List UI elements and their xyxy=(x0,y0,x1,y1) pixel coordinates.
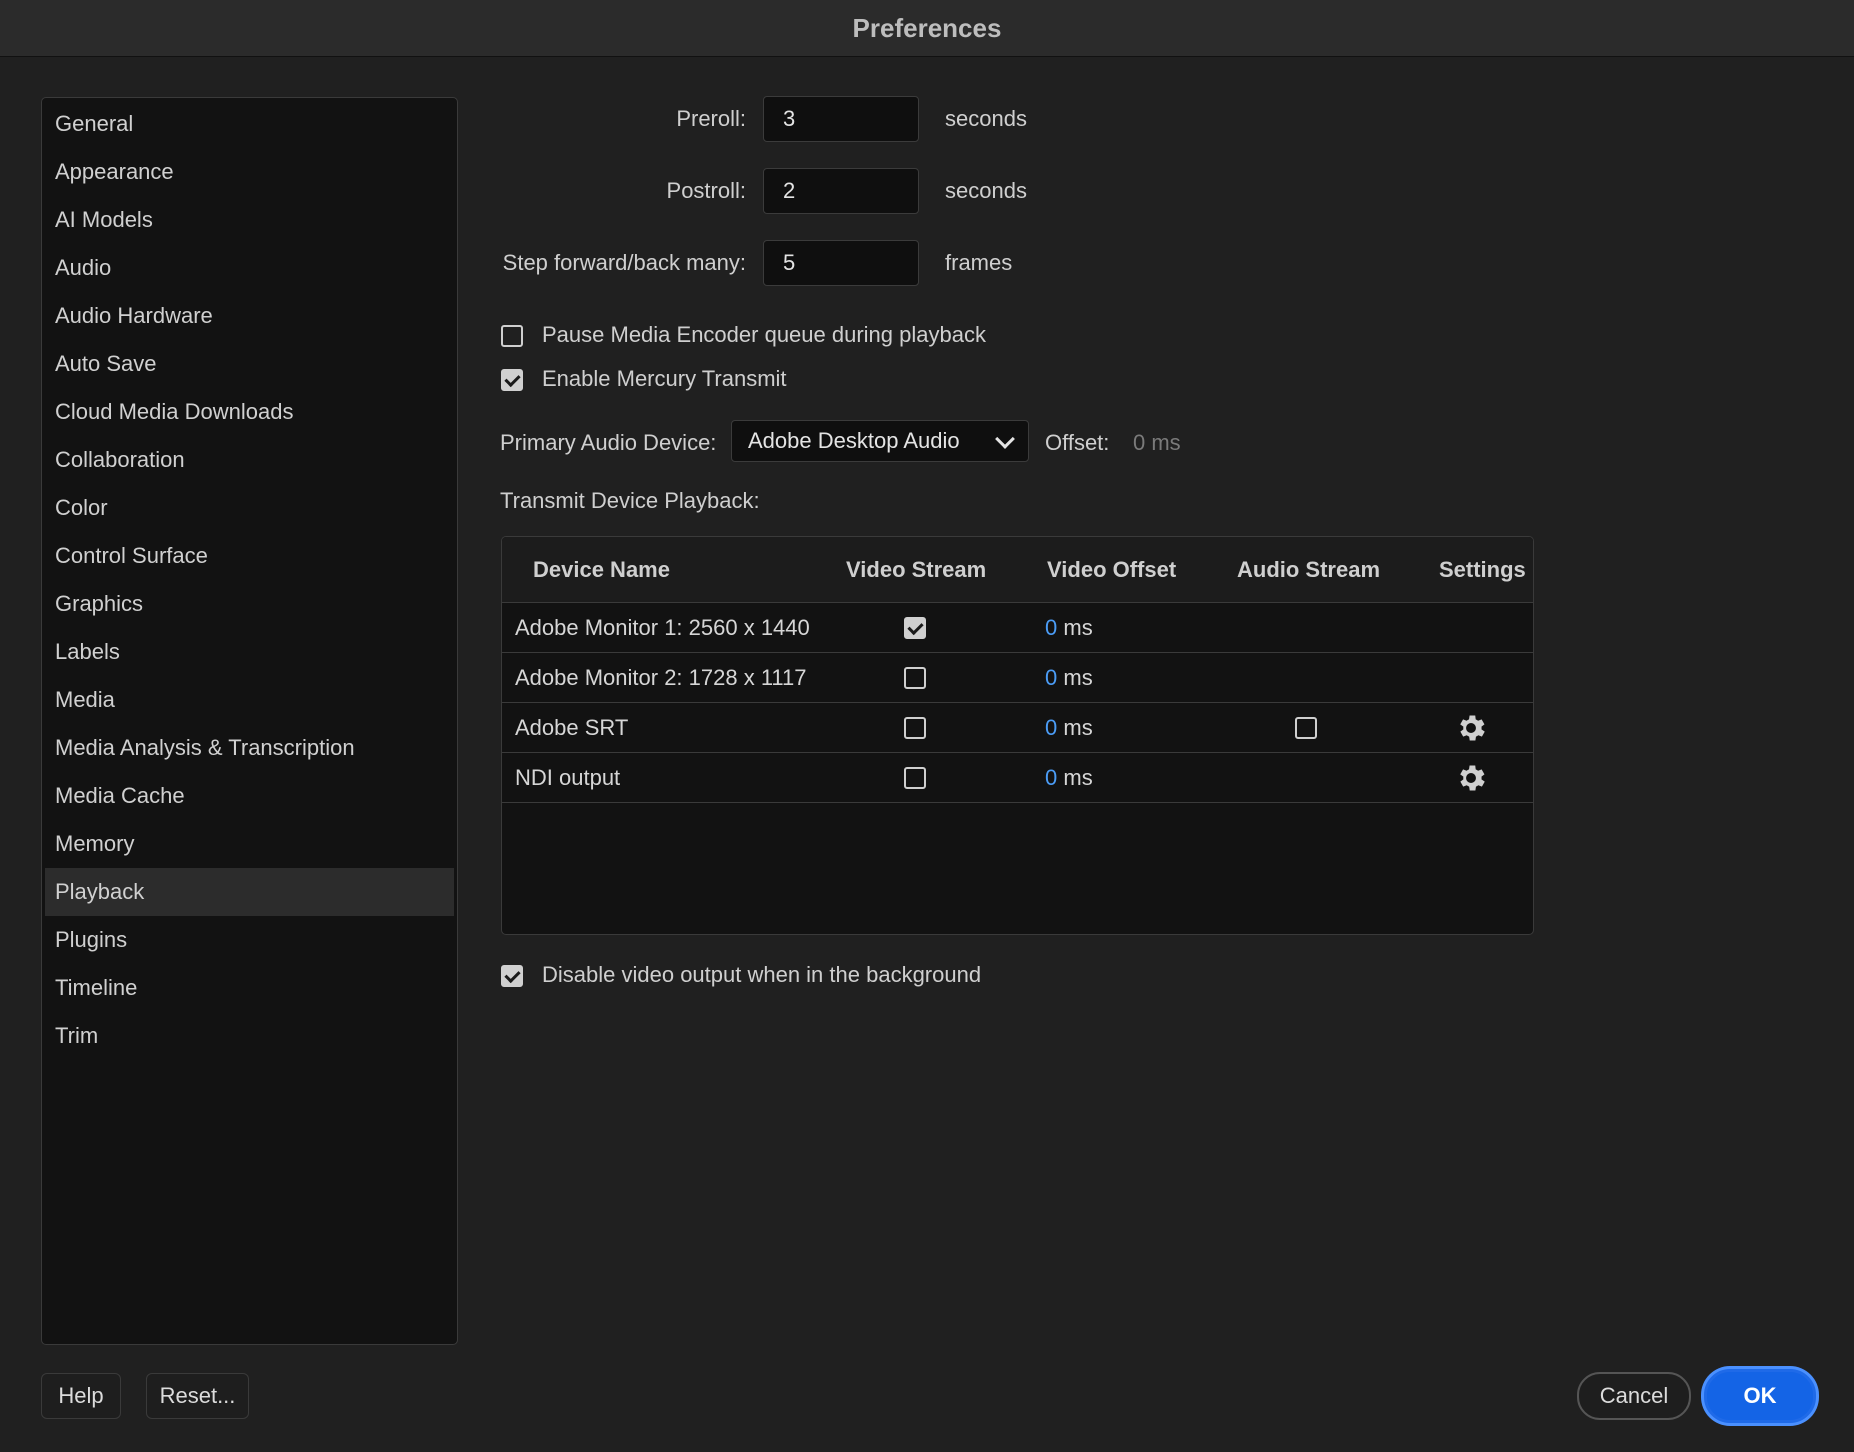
video-offset-value[interactable]: 0 xyxy=(1045,665,1057,690)
preroll-label: Preroll: xyxy=(676,106,746,131)
column-header-settings: Settings xyxy=(1439,557,1526,582)
table-header: Device Name Video Stream Video Offset Au… xyxy=(502,537,1533,603)
chevron-down-icon xyxy=(995,429,1015,449)
device-name: Adobe SRT xyxy=(515,715,629,740)
sidebar-item-media-cache[interactable]: Media Cache xyxy=(45,772,454,820)
postroll-input[interactable] xyxy=(763,168,919,214)
sidebar-item-media[interactable]: Media xyxy=(45,676,454,724)
video-offset-value[interactable]: 0 xyxy=(1045,715,1057,740)
help-button[interactable]: Help xyxy=(41,1373,121,1419)
video-stream-checkbox[interactable] xyxy=(904,767,926,789)
video-offset-unit: ms xyxy=(1063,665,1093,690)
video-offset[interactable]: 0 ms xyxy=(1045,615,1093,641)
video-offset-unit: ms xyxy=(1063,615,1093,640)
pause-encoder-label: Pause Media Encoder queue during playbac… xyxy=(542,322,986,347)
video-offset[interactable]: 0 ms xyxy=(1045,765,1093,791)
video-stream-checkbox[interactable] xyxy=(904,617,926,639)
device-name: Adobe Monitor 1: 2560 x 1440 xyxy=(515,615,810,640)
disable-background-output-label: Disable video output when in the backgro… xyxy=(542,962,982,987)
table-row: Adobe Monitor 1: 2560 x 1440 0 ms xyxy=(502,603,1533,653)
sidebar-item-collaboration[interactable]: Collaboration xyxy=(45,436,454,484)
mercury-transmit-label: Enable Mercury Transmit xyxy=(542,366,787,391)
sidebar-item-timeline[interactable]: Timeline xyxy=(45,964,454,1012)
sidebar-item-appearance[interactable]: Appearance xyxy=(45,148,454,196)
reset-button[interactable]: Reset... xyxy=(146,1373,249,1419)
device-name: NDI output xyxy=(515,765,621,790)
sidebar-item-audio[interactable]: Audio xyxy=(45,244,454,292)
video-stream-checkbox[interactable] xyxy=(904,667,926,689)
video-offset-unit: ms xyxy=(1063,765,1093,790)
video-offset[interactable]: 0 ms xyxy=(1045,715,1093,741)
video-offset-unit: ms xyxy=(1063,715,1093,740)
column-header-video-stream: Video Stream xyxy=(846,557,987,582)
offset-label: Offset: xyxy=(1045,430,1110,455)
pause-encoder-checkbox[interactable] xyxy=(501,325,523,347)
column-header-audio-stream: Audio Stream xyxy=(1237,557,1381,582)
window-title: Preferences xyxy=(852,12,1002,43)
ok-button[interactable]: OK xyxy=(1704,1369,1816,1423)
disable-background-output-checkbox[interactable] xyxy=(501,965,523,987)
offset-value: 0 ms xyxy=(1133,430,1181,455)
postroll-unit: seconds xyxy=(945,178,1027,203)
primary-audio-device-label: Primary Audio Device: xyxy=(500,430,717,455)
primary-audio-device-select[interactable]: Adobe Desktop Audio xyxy=(731,420,1029,462)
mercury-transmit-checkbox[interactable] xyxy=(501,369,523,391)
audio-stream-checkbox[interactable] xyxy=(1295,717,1317,739)
cancel-button[interactable]: Cancel xyxy=(1577,1372,1691,1420)
sidebar-item-auto-save[interactable]: Auto Save xyxy=(45,340,454,388)
gear-icon[interactable] xyxy=(1454,761,1488,795)
primary-audio-device-value: Adobe Desktop Audio xyxy=(748,428,960,453)
preroll-input[interactable] xyxy=(763,96,919,142)
sidebar-item-graphics[interactable]: Graphics xyxy=(45,580,454,628)
sidebar-item-color[interactable]: Color xyxy=(45,484,454,532)
device-name: Adobe Monitor 2: 1728 x 1117 xyxy=(515,665,807,690)
table-row: NDI output 0 ms xyxy=(502,753,1533,803)
sidebar-item-cloud-media-downloads[interactable]: Cloud Media Downloads xyxy=(45,388,454,436)
sidebar-item-ai-models[interactable]: AI Models xyxy=(45,196,454,244)
sidebar-item-labels[interactable]: Labels xyxy=(45,628,454,676)
video-offset-value[interactable]: 0 xyxy=(1045,765,1057,790)
transmit-device-playback-label: Transmit Device Playback: xyxy=(500,488,760,513)
table-row: Adobe Monitor 2: 1728 x 1117 0 ms xyxy=(502,653,1533,703)
sidebar-item-general[interactable]: General xyxy=(45,100,454,148)
preferences-sidebar: General Appearance AI Models Audio Audio… xyxy=(41,97,458,1345)
video-offset-value[interactable]: 0 xyxy=(1045,615,1057,640)
video-offset[interactable]: 0 ms xyxy=(1045,665,1093,691)
step-unit: frames xyxy=(945,250,1013,275)
transmit-device-table: Device Name Video Stream Video Offset Au… xyxy=(501,536,1534,935)
sidebar-item-trim[interactable]: Trim xyxy=(45,1012,454,1060)
sidebar-item-memory[interactable]: Memory xyxy=(45,820,454,868)
gear-icon[interactable] xyxy=(1454,711,1488,745)
table-row: Adobe SRT 0 ms xyxy=(502,703,1533,753)
title-bar: Preferences xyxy=(0,0,1854,57)
sidebar-item-control-surface[interactable]: Control Surface xyxy=(45,532,454,580)
step-label: Step forward/back many: xyxy=(502,250,746,275)
preroll-unit: seconds xyxy=(945,106,1027,131)
step-input[interactable] xyxy=(763,240,919,286)
sidebar-item-audio-hardware[interactable]: Audio Hardware xyxy=(45,292,454,340)
postroll-label: Postroll: xyxy=(666,178,746,203)
video-stream-checkbox[interactable] xyxy=(904,717,926,739)
sidebar-item-media-analysis[interactable]: Media Analysis & Transcription xyxy=(45,724,454,772)
column-header-device-name: Device Name xyxy=(533,557,670,582)
column-header-video-offset: Video Offset xyxy=(1047,557,1177,582)
sidebar-item-plugins[interactable]: Plugins xyxy=(45,916,454,964)
sidebar-item-playback[interactable]: Playback xyxy=(45,868,454,916)
